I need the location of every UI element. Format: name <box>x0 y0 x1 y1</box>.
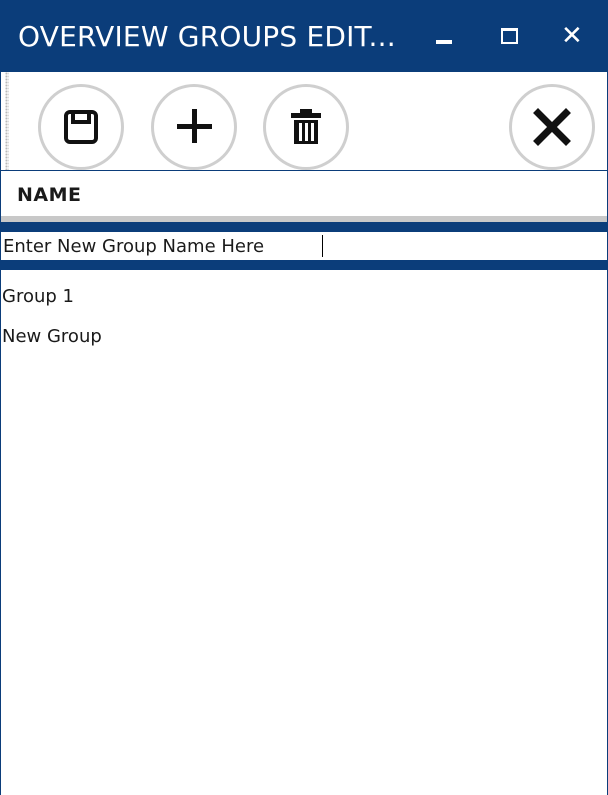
selection-band-bottom <box>1 260 607 270</box>
floppy-disk-icon <box>64 110 98 144</box>
group-name-input[interactable] <box>1 232 607 260</box>
list-item[interactable]: Group 1 <box>1 270 607 310</box>
save-button[interactable] <box>38 84 124 170</box>
group-name: New Group <box>2 326 102 347</box>
list-item[interactable]: New Group <box>1 310 607 350</box>
close-icon <box>533 108 571 146</box>
selection-band-top <box>1 222 607 232</box>
close-icon: ✕ <box>561 21 583 51</box>
toolbar-grip[interactable] <box>5 72 9 170</box>
text-caret <box>322 235 323 257</box>
minimize-button[interactable] <box>426 16 468 58</box>
add-group-button[interactable] <box>151 84 237 170</box>
window-title: OVERVIEW GROUPS EDIT... <box>18 20 396 53</box>
close-button[interactable] <box>509 84 595 170</box>
maximize-button[interactable] <box>491 16 533 58</box>
group-name: Group 1 <box>2 286 74 307</box>
column-header-row: NAME <box>1 171 607 217</box>
toolbar <box>1 72 607 171</box>
column-header-name[interactable]: NAME <box>17 184 82 206</box>
window-close-button[interactable]: ✕ <box>555 16 597 58</box>
title-bar[interactable]: OVERVIEW GROUPS EDIT... ✕ <box>1 0 607 72</box>
minimize-icon <box>436 40 452 44</box>
trash-icon <box>291 109 321 144</box>
maximize-icon <box>501 28 518 44</box>
new-group-edit-row[interactable] <box>1 222 607 270</box>
groups-editor-window: OVERVIEW GROUPS EDIT... ✕ NAME Enter New… <box>0 0 608 795</box>
plus-icon <box>177 109 212 143</box>
delete-group-button[interactable] <box>263 84 349 170</box>
